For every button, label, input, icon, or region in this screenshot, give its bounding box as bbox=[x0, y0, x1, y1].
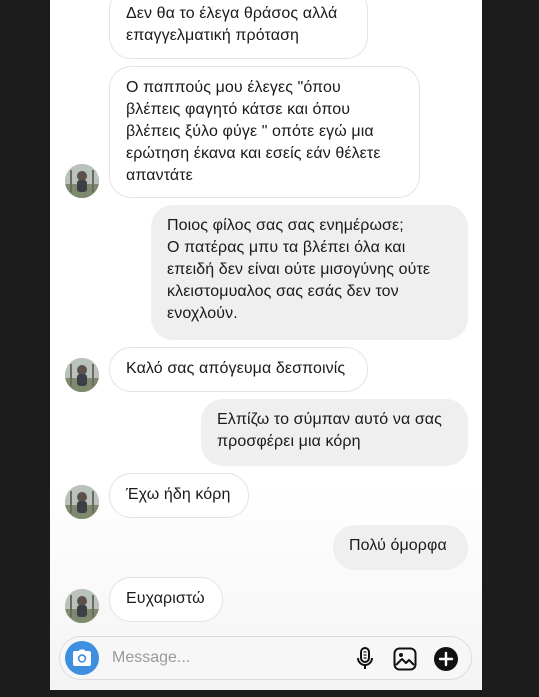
camera-button[interactable] bbox=[65, 641, 99, 675]
camera-icon bbox=[73, 649, 91, 666]
message-text-line: βλέπεις φαγητό κάτσε και όπου bbox=[126, 101, 351, 118]
message-bubble-outgoing[interactable]: Ποιος φίλος σας σας ενημέρωσε; Ο πατέρας… bbox=[151, 205, 468, 340]
message-bubble-outgoing[interactable]: Πολύ όμορφα bbox=[333, 525, 468, 570]
sender-avatar[interactable] bbox=[65, 164, 99, 198]
message-text-line: Καλό σας απόγευμα δεσποινίς bbox=[126, 360, 346, 377]
gallery-button[interactable] bbox=[392, 646, 418, 672]
message-text-line: βλέπεις ξύλο φύγε " οπότε εγώ μια bbox=[126, 123, 374, 140]
message-text-line: Ο παππούς μου έλεγες "όπου bbox=[126, 79, 341, 96]
message-composer bbox=[59, 636, 472, 680]
avatar-photo-icon bbox=[65, 589, 99, 623]
message-text-line: ερώτηση έκανα και εσείς εάν θέλετε bbox=[126, 145, 381, 162]
message-text-line: Δεν θα το έλεγα θράσος αλλά bbox=[126, 5, 338, 22]
avatar-photo-icon bbox=[65, 164, 99, 198]
voice-message-button[interactable] bbox=[352, 646, 378, 672]
screenshot-frame: Δεν θα το έλεγα θράσος αλλά επαγγελματικ… bbox=[0, 0, 539, 697]
message-text-line: Ευχαριστώ bbox=[126, 590, 205, 607]
message-text-line: επαγγελματική πρόταση bbox=[126, 27, 300, 44]
message-text-line: Ο πατέρας μπυ τα βλέπει όλα και bbox=[167, 239, 406, 256]
add-button[interactable] bbox=[433, 646, 459, 672]
gallery-icon bbox=[393, 647, 417, 671]
message-input[interactable] bbox=[112, 647, 342, 669]
message-text-line: απαντάτε bbox=[126, 167, 193, 184]
message-text-line: Πολύ όμορφα bbox=[349, 537, 447, 554]
message-bubble-incoming[interactable]: Ο παππούς μου έλεγες "όπου βλέπεις φαγητ… bbox=[109, 66, 420, 198]
message-text-line: Έχω ήδη κόρη bbox=[126, 486, 231, 503]
message-bubble-incoming[interactable]: Ευχαριστώ bbox=[109, 577, 223, 622]
avatar-photo-icon bbox=[65, 485, 99, 519]
message-text-line: ενοχλούν. bbox=[167, 305, 238, 322]
message-text-line: Ελπίζω το σύμπαν αυτό να σας bbox=[217, 411, 442, 428]
message-text-line: προσφέρει μια κόρη bbox=[217, 433, 361, 450]
message-bubble-incoming[interactable]: Δεν θα το έλεγα θράσος αλλά επαγγελματικ… bbox=[109, 0, 368, 59]
add-icon bbox=[434, 647, 458, 671]
message-bubble-incoming[interactable]: Έχω ήδη κόρη bbox=[109, 473, 249, 518]
message-text-line: Ποιος φίλος σας σας ενημέρωσε; bbox=[167, 217, 404, 234]
chat-panel: Δεν θα το έλεγα θράσος αλλά επαγγελματικ… bbox=[50, 0, 482, 690]
message-text-line: επειδή δεν είναι ούτε μισογύνης ούτε bbox=[167, 261, 431, 278]
sender-avatar[interactable] bbox=[65, 358, 99, 392]
message-bubble-outgoing[interactable]: Ελπίζω το σύμπαν αυτό να σας προσφέρει μ… bbox=[201, 399, 468, 466]
message-text-line: κλειστομυαλος σας εσάς δεν τον bbox=[167, 283, 399, 300]
avatar-photo-icon bbox=[65, 358, 99, 392]
message-bubble-incoming[interactable]: Καλό σας απόγευμα δεσποινίς bbox=[109, 347, 368, 392]
sender-avatar[interactable] bbox=[65, 589, 99, 623]
microphone-icon bbox=[357, 647, 373, 669]
sender-avatar[interactable] bbox=[65, 485, 99, 519]
